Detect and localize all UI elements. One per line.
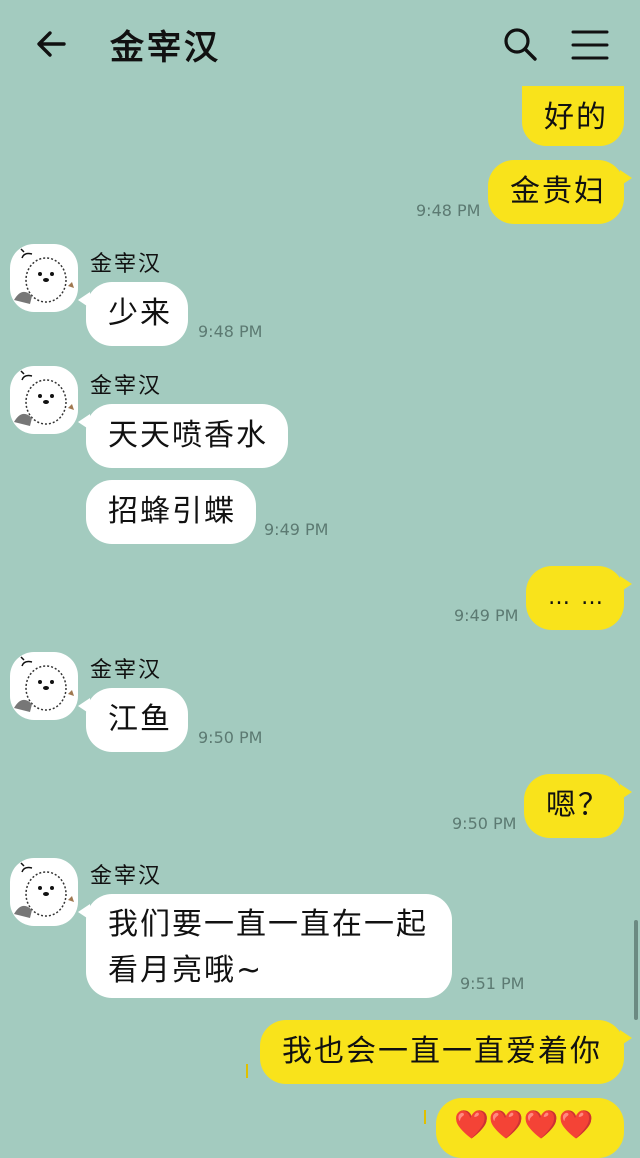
message-text: 我也会一直一直爱着你 <box>282 1034 602 1069</box>
hamburger-menu-icon <box>571 30 609 60</box>
message-text: 少来 <box>108 296 172 331</box>
message-text: 好的 <box>544 100 608 135</box>
message-time: 9:49 PM <box>454 606 519 625</box>
message-bubble-out[interactable]: 我也会一直一直爱着你 <box>260 1020 632 1084</box>
contact-avatar[interactable] <box>10 652 78 720</box>
message-bubble-out[interactable]: ❤️❤️❤️❤️ <box>436 1098 624 1158</box>
message-text: 金贵妇 <box>510 174 606 209</box>
sender-name: 金宰汉 <box>90 864 163 889</box>
chat-header: 金宰汉 <box>0 0 640 88</box>
message-bubble-in[interactable]: 天天喷香水 <box>78 404 288 468</box>
message-bubble-in[interactable]: 少来 <box>78 282 188 346</box>
message-bubble-in[interactable]: 招蜂引蝶 <box>86 480 256 544</box>
read-marker <box>246 1064 248 1078</box>
message-bubble-out[interactable]: 金贵妇 <box>488 160 632 224</box>
bear-sticker-avatar <box>14 862 74 918</box>
contact-avatar[interactable] <box>10 244 78 312</box>
message-text: … … <box>548 585 605 610</box>
message-text: 招蜂引蝶 <box>108 494 236 529</box>
scrollbar[interactable] <box>634 920 638 1020</box>
search-button[interactable] <box>500 24 540 64</box>
arrow-left-icon <box>37 31 66 57</box>
bear-sticker-avatar <box>14 370 74 426</box>
message-bubble-out[interactable]: 嗯？ <box>524 774 632 838</box>
message-text-line: 看月亮哦~ <box>108 953 264 988</box>
message-time: 9:50 PM <box>452 814 517 833</box>
bear-sticker-avatar <box>14 656 74 712</box>
message-bubble-in[interactable]: 我们要一直一直在一起 看月亮哦~ <box>78 894 452 998</box>
back-button[interactable] <box>30 22 74 66</box>
message-time: 9:50 PM <box>198 728 263 747</box>
search-icon <box>504 28 537 61</box>
message-text: ❤️❤️❤️❤️ <box>454 1108 594 1141</box>
message-text: 天天喷香水 <box>108 418 268 453</box>
bear-sticker-avatar <box>14 248 74 304</box>
contact-avatar[interactable] <box>10 366 78 434</box>
sender-name: 金宰汉 <box>90 252 163 277</box>
sender-name: 金宰汉 <box>90 658 163 683</box>
chat-title: 金宰汉 <box>110 28 221 68</box>
message-bubble-out[interactable]: 好的 <box>522 86 624 146</box>
menu-button[interactable] <box>570 28 610 62</box>
message-text-line: 我们要一直一直在一起 <box>108 907 428 942</box>
message-text: 江鱼 <box>108 702 172 737</box>
message-bubble-in[interactable]: 江鱼 <box>78 688 188 752</box>
message-time: 9:51 PM <box>460 974 525 993</box>
message-time: 9:49 PM <box>264 520 329 539</box>
read-marker <box>424 1110 426 1124</box>
message-text: 嗯？ <box>546 788 610 823</box>
message-time: 9:48 PM <box>198 322 263 341</box>
message-bubble-out[interactable]: … … <box>526 566 632 630</box>
sender-name: 金宰汉 <box>90 374 163 399</box>
message-time: 9:48 PM <box>416 201 481 220</box>
contact-avatar[interactable] <box>10 858 78 926</box>
